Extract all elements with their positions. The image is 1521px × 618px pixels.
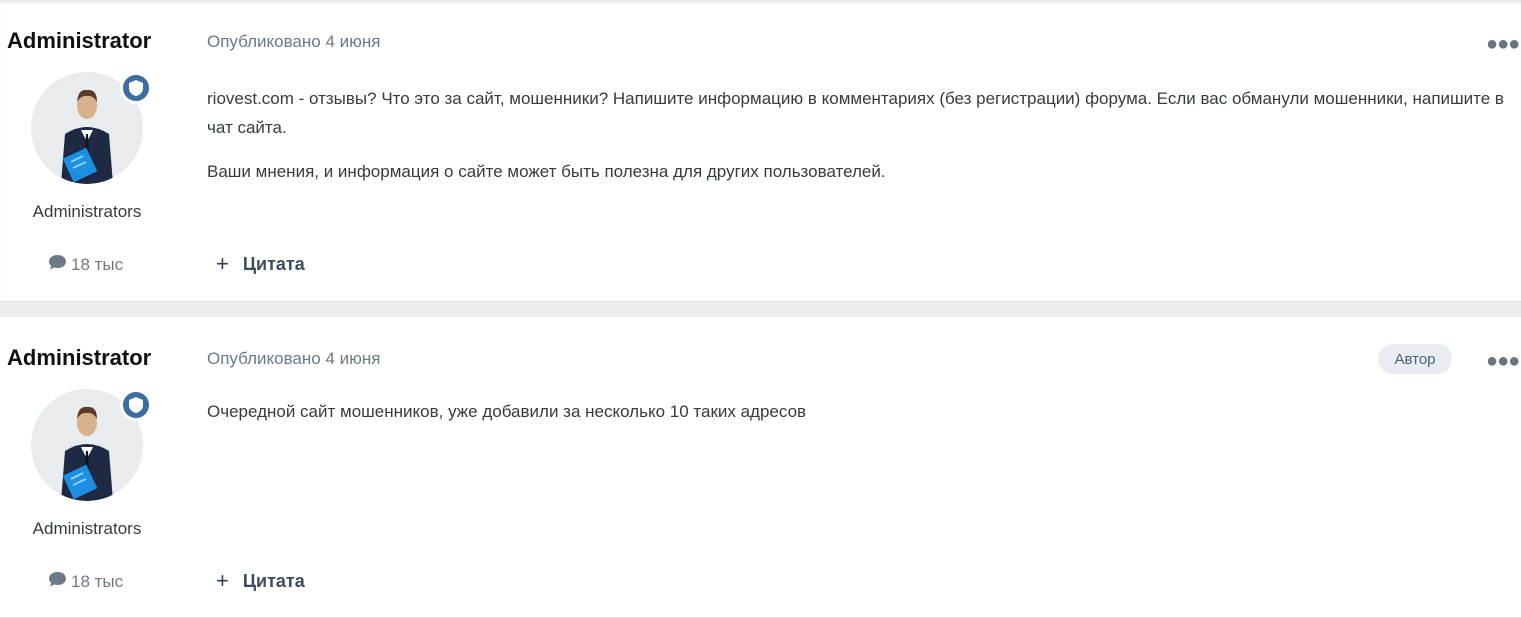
published-date[interactable]: Опубликовано 4 июня xyxy=(207,32,380,52)
author-name-link[interactable]: Administrator xyxy=(7,345,151,371)
post-body: riovest.com - отзывы? Что это за сайт, м… xyxy=(207,84,1519,201)
quote-button[interactable]: + Цитата xyxy=(216,570,305,592)
plus-icon: + xyxy=(216,568,229,593)
author-name-link[interactable]: Administrator xyxy=(7,28,151,54)
post-count-value: 18 тыс xyxy=(71,571,124,591)
shield-icon xyxy=(120,389,152,421)
speech-bubble-icon xyxy=(48,254,67,275)
user-group: Administrators xyxy=(32,202,142,221)
plus-icon: + xyxy=(216,251,229,276)
ellipsis-icon[interactable]: ●●● xyxy=(1486,350,1520,373)
speech-bubble-icon xyxy=(48,571,67,592)
user-group: Administrators xyxy=(32,519,142,538)
published-date[interactable]: Опубликовано 4 июня xyxy=(207,349,380,369)
avatar[interactable] xyxy=(31,389,152,501)
quote-button[interactable]: + Цитата xyxy=(216,253,305,275)
forum-post: Administrator Administrators 18 тыс Опуб… xyxy=(0,0,1521,302)
post-count: 18 тыс xyxy=(48,254,123,275)
quote-label: Цитата xyxy=(242,253,305,274)
post-paragraph: riovest.com - отзывы? Что это за сайт, м… xyxy=(207,89,1504,137)
post-count-value: 18 тыс xyxy=(71,254,124,274)
post-paragraph: Ваши мнения, и информация о сайте может … xyxy=(207,162,886,181)
post-paragraph: Очередной сайт мошенников, уже добавили … xyxy=(207,402,807,421)
forum-post: Administrator Administrators 18 тыс Опуб… xyxy=(0,317,1521,618)
shield-icon xyxy=(120,72,152,104)
post-count: 18 тыс xyxy=(48,571,123,592)
ellipsis-icon[interactable]: ●●● xyxy=(1486,33,1520,56)
quote-label: Цитата xyxy=(242,570,305,591)
post-body: Очередной сайт мошенников, уже добавили … xyxy=(207,397,1519,441)
author-badge: Автор xyxy=(1378,344,1452,374)
avatar[interactable] xyxy=(31,72,152,184)
